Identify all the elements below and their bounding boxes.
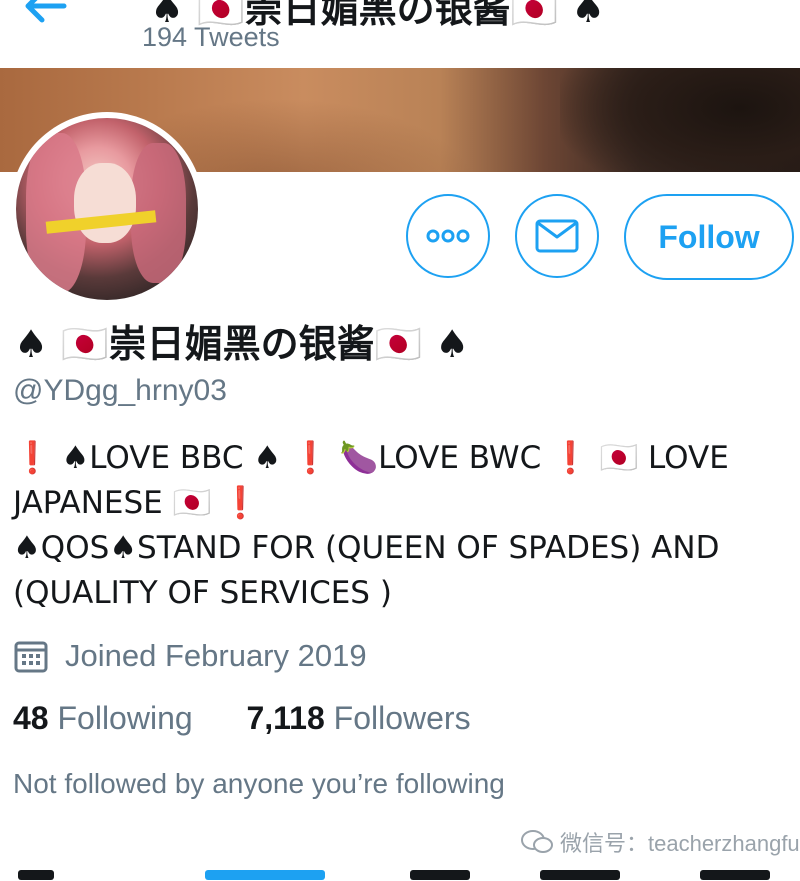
watermark-text: 微信号：teacherzhangfu	[560, 831, 800, 856]
tab-tweets[interactable]	[18, 870, 54, 880]
followers-count: 7,118	[246, 700, 325, 736]
following-link[interactable]: 48 Following	[13, 700, 202, 736]
watermark: 微信号：teacherzhangfu	[520, 826, 800, 858]
joined-date: Joined February 2019	[13, 638, 367, 674]
following-count: 48	[13, 700, 49, 736]
profile-tabs	[0, 868, 800, 881]
followers-link[interactable]: 7,118 Followers	[246, 700, 470, 736]
not-followed-notice: Not followed by anyone you’re following	[13, 768, 505, 799]
follow-button[interactable]: Follow	[624, 194, 794, 280]
more-button[interactable]	[406, 194, 490, 278]
wechat-icon	[521, 830, 553, 853]
calendar-icon	[14, 641, 48, 673]
handle: @YDgg_hrny03	[13, 374, 227, 407]
tweet-count: 194 Tweets	[142, 22, 280, 52]
bio: ❗ ♠LOVE BBC ♠ ❗ 🍆LOVE BWC ❗ 🇯🇵 LOVE JAPA…	[13, 440, 729, 611]
follow-counts: 48 Following 7,118 Followers	[13, 700, 471, 737]
avatar[interactable]	[10, 112, 204, 306]
tab-tweets-replies[interactable]	[205, 870, 325, 880]
top-bar: ♠ 🇯🇵崇日媚黑の银酱🇯🇵 ♠ 194 Tweets	[0, 0, 800, 68]
envelope-icon	[535, 219, 579, 253]
message-button[interactable]	[515, 194, 599, 278]
more-dots-icon	[426, 229, 470, 243]
joined-text: Joined February 2019	[65, 638, 367, 673]
back-arrow-icon[interactable]	[20, 0, 68, 26]
following-label: Following	[57, 700, 193, 736]
tab-likes[interactable]	[540, 870, 620, 880]
tab-more[interactable]	[700, 870, 770, 880]
followers-label: Followers	[333, 700, 471, 736]
display-name: ♠ 🇯🇵崇日媚黑の银酱🇯🇵 ♠	[14, 322, 470, 366]
tab-media[interactable]	[410, 870, 470, 880]
